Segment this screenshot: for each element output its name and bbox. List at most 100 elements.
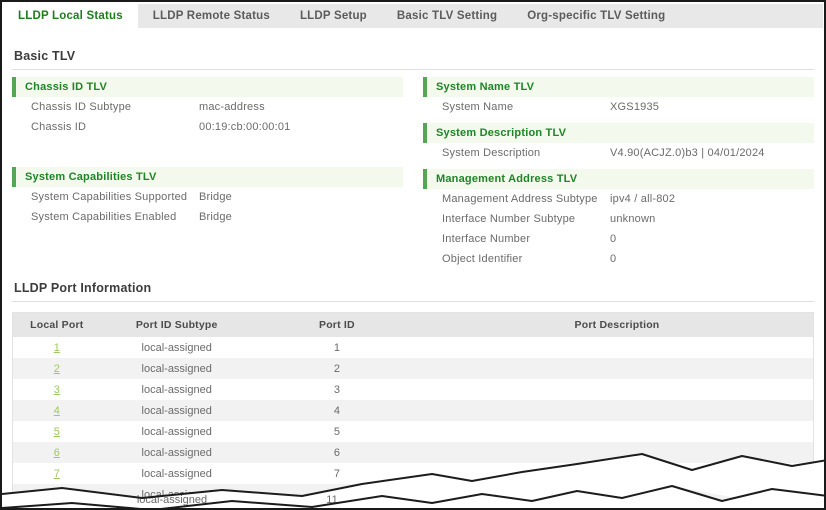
system-description-label: System Description <box>442 147 541 159</box>
system-capabilities-tlv-title: System Capabilities TLV <box>12 167 403 187</box>
port-table-body: 1 local-assigned 1 2 local-assigned 2 3 … <box>12 337 814 508</box>
port-id-subtype-cell: local-assigned <box>141 362 212 375</box>
lldp-port-table: Local Port Port ID Subtype Port ID Port … <box>12 312 814 508</box>
port-table-row: 2 local-assigned 2 <box>12 358 814 379</box>
port-description-cell <box>421 337 814 358</box>
mgmt-address-subtype-label: Management Address Subtype <box>442 193 598 205</box>
tab-org-specific-tlv-setting[interactable]: Org-specific TLV Setting <box>512 4 680 28</box>
port-id-subtype-cell: local-assigned <box>141 425 212 438</box>
kv-row: Interface Number Subtype unknown <box>423 209 814 229</box>
system-name-label: System Name <box>442 101 514 113</box>
port-description-cell <box>421 463 814 484</box>
local-port-link[interactable]: 6 <box>54 447 60 459</box>
interface-number-label: Interface Number <box>442 233 531 245</box>
interface-number-subtype-label: Interface Number Subtype <box>442 213 576 225</box>
port-description-cell <box>421 400 814 421</box>
chassis-id-tlv-panel: Chassis ID TLV Chassis ID Subtype mac-ad… <box>12 77 403 137</box>
capabilities-supported-value: Bridge <box>199 191 232 203</box>
port-id-cell: 3 <box>333 383 340 396</box>
system-capabilities-tlv-panel: System Capabilities TLV System Capabilit… <box>12 167 403 227</box>
local-port-link[interactable]: 7 <box>54 468 60 480</box>
port-id-subtype-cell: local-assigned <box>141 341 212 354</box>
interface-number-subtype-value: unknown <box>610 213 656 225</box>
port-id-cell: 5 <box>333 425 340 438</box>
kv-row: Chassis ID 00:19:cb:00:00:01 <box>12 117 403 137</box>
local-port-link[interactable]: 1 <box>54 342 60 354</box>
port-table-row: 3 local-assigned 3 <box>13 379 814 400</box>
capabilities-supported-label: System Capabilities Supported <box>31 191 188 203</box>
port-table-row: 5 local-assigned 5 <box>13 421 814 442</box>
col-header-port-id: Port ID <box>252 312 421 337</box>
col-header-port-id-subtype: Port ID Subtype <box>100 312 253 337</box>
port-id-cell: 4 <box>333 404 340 417</box>
column-left: Chassis ID TLV Chassis ID Subtype mac-ad… <box>12 77 403 275</box>
port-description-cell <box>421 442 814 463</box>
capabilities-enabled-label: System Capabilities Enabled <box>31 211 177 223</box>
system-name-value: XGS1935 <box>610 101 660 113</box>
port-description-cell <box>421 421 814 442</box>
lldp-local-status-page: LLDP Local Status LLDP Remote Status LLD… <box>0 0 826 510</box>
kv-row: Interface Number 0 <box>423 229 814 249</box>
port-table-row: 8 local-assigned 8 <box>12 484 814 505</box>
page-content: Basic TLV Chassis ID TLV Chassis ID Subt… <box>2 28 824 508</box>
mgmt-address-subtype-value: ipv4 / all-802 <box>610 193 676 205</box>
port-table-header-row: Local Port Port ID Subtype Port ID Port … <box>12 312 814 337</box>
port-id-subtype-cell: local-assigned <box>141 488 212 501</box>
local-port-link[interactable]: 4 <box>54 405 60 417</box>
column-right: System Name TLV System Name XGS1935 Syst… <box>423 77 814 275</box>
chassis-id-subtype-label: Chassis ID Subtype <box>31 101 132 113</box>
port-description-cell <box>421 484 814 505</box>
port-id-subtype-cell: local-assigned <box>101 505 253 508</box>
basic-tlv-columns: Chassis ID TLV Chassis ID Subtype mac-ad… <box>12 77 814 275</box>
kv-row: Chassis ID Subtype mac-address <box>12 97 403 117</box>
capabilities-enabled-value: Bridge <box>199 211 232 223</box>
management-address-tlv-title: Management Address TLV <box>423 169 814 189</box>
kv-row: System Description V4.90(ACJZ.0)b3 | 04/… <box>423 143 814 163</box>
tab-lldp-remote-status[interactable]: LLDP Remote Status <box>138 4 285 28</box>
kv-row: System Name XGS1935 <box>423 97 814 117</box>
port-description-cell <box>421 358 814 379</box>
tab-bar: LLDP Local Status LLDP Remote Status LLD… <box>3 4 823 28</box>
col-header-port-description: Port Description <box>421 312 814 337</box>
interface-number-value: 0 <box>610 233 617 245</box>
port-id-cell: 2 <box>333 362 340 375</box>
port-id-cell: 7 <box>333 467 340 480</box>
system-description-tlv-panel: System Description TLV System Descriptio… <box>423 123 814 163</box>
port-table-row: 1 local-assigned 1 <box>13 337 814 358</box>
local-port-link[interactable]: 8 <box>54 489 60 501</box>
system-description-tlv-title: System Description TLV <box>423 123 814 143</box>
port-id-cell: 8 <box>333 488 340 501</box>
local-port-link[interactable]: 3 <box>54 384 60 396</box>
system-name-tlv-panel: System Name TLV System Name XGS1935 <box>423 77 814 117</box>
tab-lldp-local-status[interactable]: LLDP Local Status <box>3 4 138 28</box>
port-id-subtype-cell: local-assigned <box>141 383 212 396</box>
system-name-tlv-title: System Name TLV <box>423 77 814 97</box>
chassis-id-label: Chassis ID <box>31 121 87 133</box>
port-table-row: 9 local-assigned 9 <box>13 505 814 508</box>
system-description-value: V4.90(ACJZ.0)b3 | 04/01/2024 <box>610 147 765 159</box>
col-header-local-port: Local Port <box>12 312 101 337</box>
port-id-subtype-cell: local-assigned <box>141 446 212 459</box>
local-port-link[interactable]: 5 <box>54 426 60 438</box>
lldp-port-information-heading: LLDP Port Information <box>12 275 814 302</box>
port-description-cell <box>421 379 814 400</box>
port-id-cell: 9 <box>253 505 421 508</box>
tab-lldp-setup[interactable]: LLDP Setup <box>285 4 382 28</box>
basic-tlv-heading: Basic TLV <box>12 28 814 70</box>
management-address-tlv-panel: Management Address TLV Management Addres… <box>423 169 814 269</box>
kv-row: System Capabilities Enabled Bridge <box>12 207 403 227</box>
port-id-subtype-cell: local-assigned <box>141 467 212 480</box>
port-table-row: 4 local-assigned 4 <box>12 400 814 421</box>
port-id-cell: 1 <box>333 341 340 354</box>
port-id-subtype-cell: local-assigned <box>141 404 212 417</box>
port-table-row: 7 local-assigned 7 <box>13 463 814 484</box>
local-port-link[interactable]: 2 <box>54 363 60 375</box>
port-description-cell <box>421 505 814 508</box>
chassis-id-tlv-title: Chassis ID TLV <box>12 77 403 97</box>
kv-row: Management Address Subtype ipv4 / all-80… <box>423 189 814 209</box>
port-table-row: 6 local-assigned 6 <box>12 442 814 463</box>
chassis-id-value: 00:19:cb:00:00:01 <box>199 121 291 133</box>
object-identifier-label: Object Identifier <box>442 253 523 265</box>
object-identifier-value: 0 <box>610 253 617 265</box>
tab-basic-tlv-setting[interactable]: Basic TLV Setting <box>382 4 512 28</box>
